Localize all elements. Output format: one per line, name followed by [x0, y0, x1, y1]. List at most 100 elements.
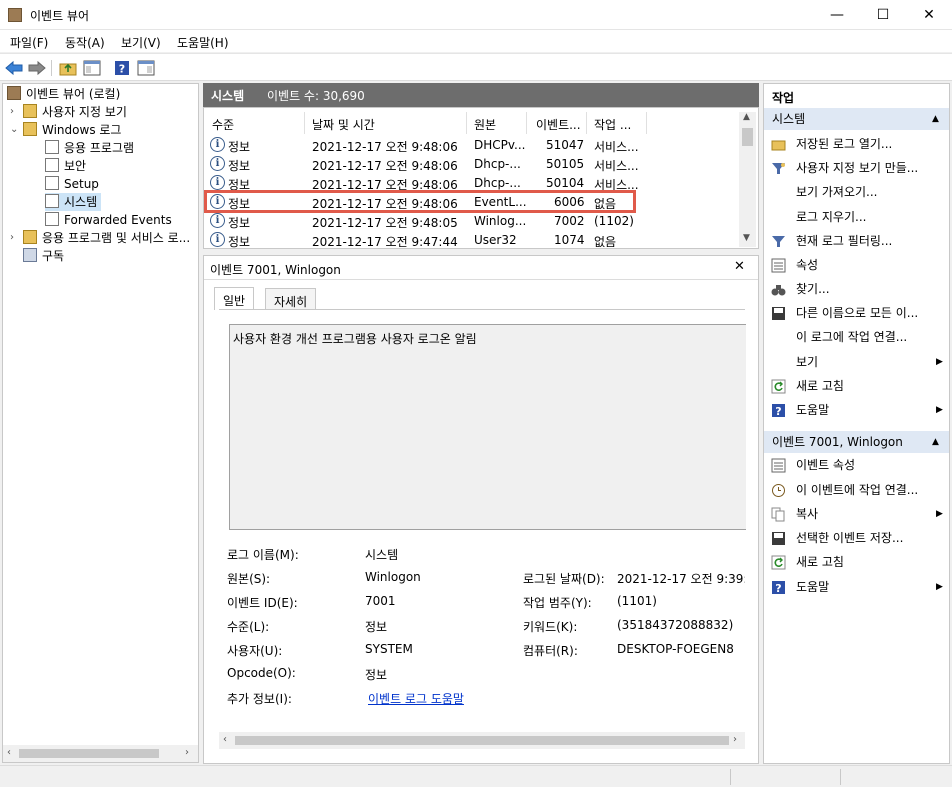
action-label: 새로 고침 [796, 379, 844, 393]
tree-item-forwarded-events[interactable]: Forwarded Events [45, 211, 172, 229]
tree-item-system[interactable]: 시스템 [45, 193, 102, 211]
action-help[interactable]: ? 도움말 ▶ [764, 399, 949, 421]
tree-item-application[interactable]: 응용 프로그램 [45, 139, 134, 157]
arrow-right-icon [28, 60, 46, 76]
show-hide-tree-button[interactable] [82, 58, 102, 78]
menu-action[interactable]: 동작(A) [65, 34, 105, 51]
action-copy[interactable]: 복사 ▶ [764, 503, 949, 525]
tree-item-root[interactable]: 이벤트 뷰어 (로컬) [7, 85, 120, 103]
detail-close-icon[interactable]: ✕ [734, 259, 745, 274]
log-icon [45, 158, 59, 172]
toolbar: ? [0, 53, 952, 81]
action-pane-icon [137, 60, 155, 76]
action-label: 새로 고침 [796, 555, 844, 569]
tab-general[interactable]: 일반 [214, 287, 255, 310]
tree-item-security[interactable]: 보안 [45, 157, 86, 175]
binoculars-icon [771, 285, 786, 296]
action-event-properties[interactable]: 이벤트 속성 [764, 454, 949, 476]
column-divider [586, 112, 587, 134]
scroll-left-icon[interactable]: ‹ [7, 747, 11, 758]
row-level: 정보 [228, 235, 251, 249]
menu-view[interactable]: 보기(V) [121, 34, 161, 51]
tree-item-windows-logs[interactable]: Windows 로그 [23, 121, 121, 139]
action-open-saved-log[interactable]: 저장된 로그 열기... [764, 133, 949, 155]
menu-file[interactable]: 파일(F) [10, 34, 48, 51]
tree-item-label: 시스템 [64, 195, 98, 209]
logged-value: 2021-12-17 오전 9:39:( [617, 572, 745, 586]
tree-item-setup[interactable]: Setup [45, 175, 99, 193]
forward-button[interactable] [27, 58, 47, 78]
section-system-header[interactable]: 시스템 ▲ [764, 108, 949, 130]
column-source[interactable]: 원본 [474, 116, 496, 133]
action-view[interactable]: 보기 ▶ [764, 351, 949, 373]
tree-item-label: 응용 프로그램 [64, 141, 135, 155]
action-import-view[interactable]: 보기 가져오기... [764, 181, 949, 203]
tree-item-subscriptions[interactable]: 구독 [23, 247, 64, 265]
event-list-vertical-scrollbar[interactable]: ▲ ▼ [739, 112, 756, 247]
scroll-left-icon[interactable]: ‹ [223, 734, 227, 745]
action-properties[interactable]: 속성 [764, 254, 949, 276]
collapse-up-icon[interactable]: ▲ [932, 108, 939, 130]
event-log-help-link[interactable]: 이벤트 로그 도움말 [368, 690, 464, 707]
collapse-chevron-down-icon[interactable]: ⌄ [10, 121, 20, 139]
show-hide-action-pane-button[interactable] [136, 58, 156, 78]
action-create-custom-view[interactable]: 사용자 지정 보기 만들... [764, 157, 949, 179]
action-label: 이 로그에 작업 연결... [796, 330, 908, 344]
row-task: 없음 [594, 235, 617, 249]
scroll-right-icon[interactable]: › [733, 734, 737, 745]
tree-horizontal-scrollbar[interactable]: ‹ › [3, 745, 198, 762]
action-find[interactable]: 찾기... [764, 278, 949, 300]
detail-horizontal-scrollbar[interactable]: ‹ › [219, 732, 745, 749]
event-id-value: 7001 [365, 594, 396, 608]
table-row[interactable]: i 정보 2021-12-17 오전 9:48:06 DHCPv... 5104… [208, 136, 738, 155]
collapse-up-icon[interactable]: ▲ [932, 431, 939, 453]
tree-item-custom-views[interactable]: 사용자 지정 보기 [23, 103, 127, 121]
refresh-icon [771, 555, 786, 570]
info-icon: i [210, 137, 225, 152]
action-refresh[interactable]: 새로 고침 [764, 375, 949, 397]
tab-details[interactable]: 자세히 [265, 288, 317, 310]
scroll-up-icon[interactable]: ▲ [743, 112, 750, 122]
up-folder-button[interactable] [58, 58, 78, 78]
scroll-thumb[interactable] [742, 128, 753, 146]
scroll-thumb[interactable] [19, 749, 159, 758]
actions-pane: 작업 시스템 ▲ 저장된 로그 열기... 사용자 지정 보기 만들... 보기… [763, 83, 950, 764]
action-clear-log[interactable]: 로그 지우기... [764, 206, 949, 228]
svg-text:?: ? [775, 405, 781, 418]
section-label: 이벤트 7001, Winlogon [772, 435, 903, 449]
expand-chevron-right-icon[interactable]: › [10, 103, 20, 121]
column-divider [526, 112, 527, 134]
table-row[interactable]: i 정보 2021-12-17 오전 9:47:44 User32 1074 없… [208, 231, 738, 249]
action-save-all-events-as[interactable]: 다른 이름으로 모든 이... [764, 302, 949, 324]
action-attach-task-to-event[interactable]: 이 이벤트에 작업 연결... [764, 479, 949, 501]
refresh-icon [771, 379, 786, 394]
maximize-button[interactable]: ☐ [860, 0, 906, 30]
column-event-id[interactable]: 이벤트... [536, 116, 581, 133]
folder-icon [23, 230, 37, 244]
minimize-button[interactable]: — [814, 0, 860, 30]
section-event-header[interactable]: 이벤트 7001, Winlogon ▲ [764, 431, 949, 453]
column-level[interactable]: 수준 [212, 116, 234, 133]
scroll-right-icon[interactable]: › [185, 747, 189, 758]
column-datetime[interactable]: 날짜 및 시간 [312, 116, 375, 133]
event-viewer-icon [7, 86, 21, 100]
action-save-selected-events[interactable]: 선택한 이벤트 저장... [764, 527, 949, 549]
table-row[interactable]: i 정보 2021-12-17 오전 9:48:05 Winlog... 700… [208, 212, 738, 231]
action-help-event[interactable]: ? 도움말 ▶ [764, 576, 949, 598]
row-datetime: 2021-12-17 오전 9:48:05 [312, 216, 458, 230]
column-task[interactable]: 작업 ... [594, 116, 631, 133]
close-button[interactable]: ✕ [906, 0, 952, 30]
help-button[interactable]: ? [112, 58, 132, 78]
table-row[interactable]: i 정보 2021-12-17 오전 9:48:06 Dhcp-... 5010… [208, 155, 738, 174]
tree-item-app-services[interactable]: 응용 프로그램 및 서비스 로... [23, 229, 190, 247]
log-icon [45, 194, 59, 208]
action-filter-current-log[interactable]: 현재 로그 필터링... [764, 230, 949, 252]
menu-help[interactable]: 도움말(H) [177, 34, 229, 51]
back-button[interactable] [4, 58, 24, 78]
action-attach-task-to-log[interactable]: 이 로그에 작업 연결... [764, 326, 949, 348]
action-refresh-event[interactable]: 새로 고침 [764, 551, 949, 573]
expand-chevron-right-icon[interactable]: › [10, 229, 20, 247]
scroll-thumb[interactable] [235, 736, 729, 745]
row-task: 서비스... [594, 159, 639, 173]
scroll-down-icon[interactable]: ▼ [743, 233, 750, 243]
